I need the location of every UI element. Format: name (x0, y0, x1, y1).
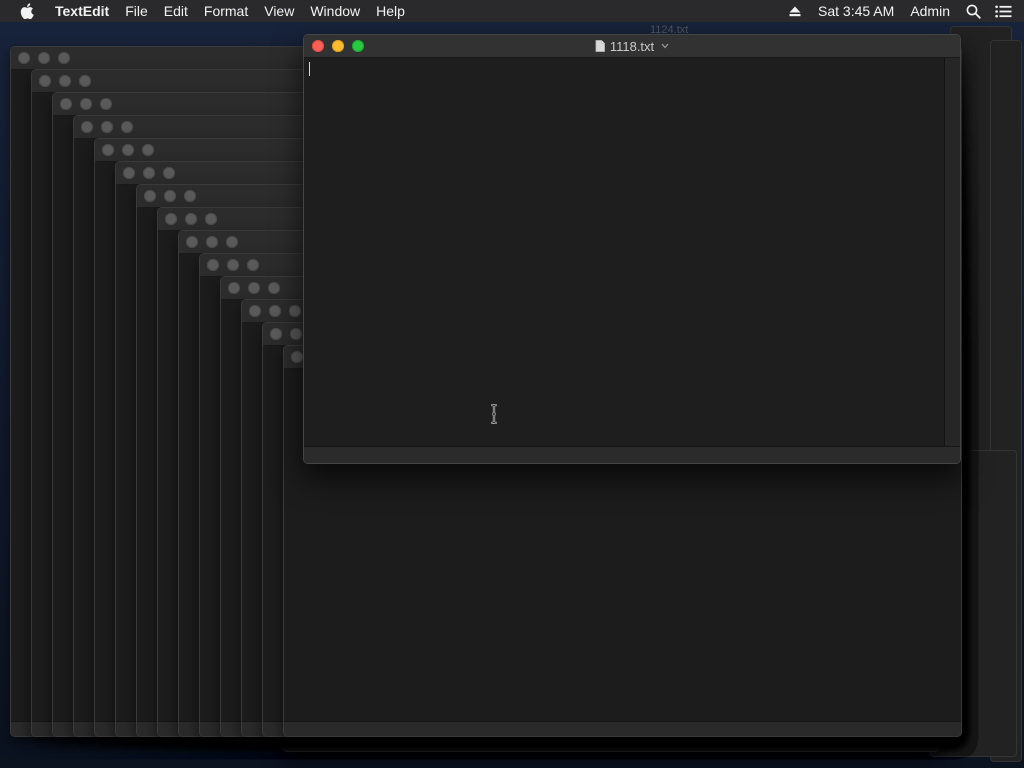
close-button[interactable] (144, 190, 156, 202)
horizontal-scrollbar[interactable] (304, 446, 960, 463)
zoom-button[interactable] (268, 282, 280, 294)
close-button[interactable] (18, 52, 30, 64)
zoom-button[interactable] (79, 75, 91, 87)
menu-app-name[interactable]: TextEdit (47, 0, 117, 22)
minimize-button[interactable] (164, 190, 176, 202)
window-title-text: 1118.txt (609, 38, 655, 54)
minimize-button[interactable] (290, 328, 302, 340)
minimize-button[interactable] (59, 75, 71, 87)
zoom-button[interactable] (247, 259, 259, 271)
document-icon (595, 40, 606, 53)
zoom-button[interactable] (100, 98, 112, 110)
menu-view[interactable]: View (256, 0, 302, 22)
zoom-button[interactable] (163, 167, 175, 179)
minimize-button[interactable] (122, 144, 134, 156)
menu-bar: TextEdit File Edit Format View Window He… (0, 0, 1024, 22)
apple-icon[interactable] (19, 2, 35, 20)
minimize-button[interactable] (206, 236, 218, 248)
close-button[interactable] (165, 213, 177, 225)
minimize-button[interactable] (185, 213, 197, 225)
close-button[interactable] (186, 236, 198, 248)
close-button[interactable] (207, 259, 219, 271)
menu-edit[interactable]: Edit (156, 0, 196, 22)
text-caret (309, 62, 310, 76)
menu-window[interactable]: Window (302, 0, 368, 22)
close-button[interactable] (291, 351, 303, 363)
zoom-button[interactable] (142, 144, 154, 156)
close-button[interactable] (228, 282, 240, 294)
zoom-button[interactable] (58, 52, 70, 64)
close-button[interactable] (123, 167, 135, 179)
window-titlebar[interactable]: 1118.txt (304, 35, 960, 58)
zoom-button[interactable] (289, 305, 301, 317)
close-button[interactable] (102, 144, 114, 156)
zoom-button[interactable] (205, 213, 217, 225)
minimize-button[interactable] (269, 305, 281, 317)
close-button[interactable] (60, 98, 72, 110)
menu-file[interactable]: File (117, 0, 156, 22)
ibeam-cursor-icon (489, 403, 499, 425)
horizontal-scrollbar[interactable] (284, 721, 961, 736)
close-button[interactable] (249, 305, 261, 317)
eject-icon[interactable] (784, 0, 806, 22)
notification-center-icon[interactable] (992, 0, 1014, 22)
menu-format[interactable]: Format (196, 0, 256, 22)
minimize-button[interactable] (248, 282, 260, 294)
vertical-scrollbar[interactable] (944, 58, 960, 446)
minimize-button[interactable] (38, 52, 50, 64)
menu-clock[interactable]: Sat 3:45 AM (810, 0, 902, 22)
text-editor-area[interactable] (304, 58, 943, 446)
menu-help[interactable]: Help (368, 0, 413, 22)
zoom-button[interactable] (184, 190, 196, 202)
minimize-button[interactable] (80, 98, 92, 110)
close-button[interactable] (270, 328, 282, 340)
chevron-down-icon[interactable] (660, 42, 669, 51)
minimize-button[interactable] (101, 121, 113, 133)
textedit-window[interactable]: 1118.txt (303, 34, 961, 464)
close-button[interactable] (81, 121, 93, 133)
close-button[interactable] (39, 75, 51, 87)
menu-user[interactable]: Admin (902, 0, 958, 22)
minimize-button[interactable] (227, 259, 239, 271)
minimize-button[interactable] (143, 167, 155, 179)
window-title[interactable]: 1118.txt (304, 35, 960, 57)
zoom-button[interactable] (226, 236, 238, 248)
search-icon[interactable] (962, 0, 984, 22)
zoom-button[interactable] (121, 121, 133, 133)
